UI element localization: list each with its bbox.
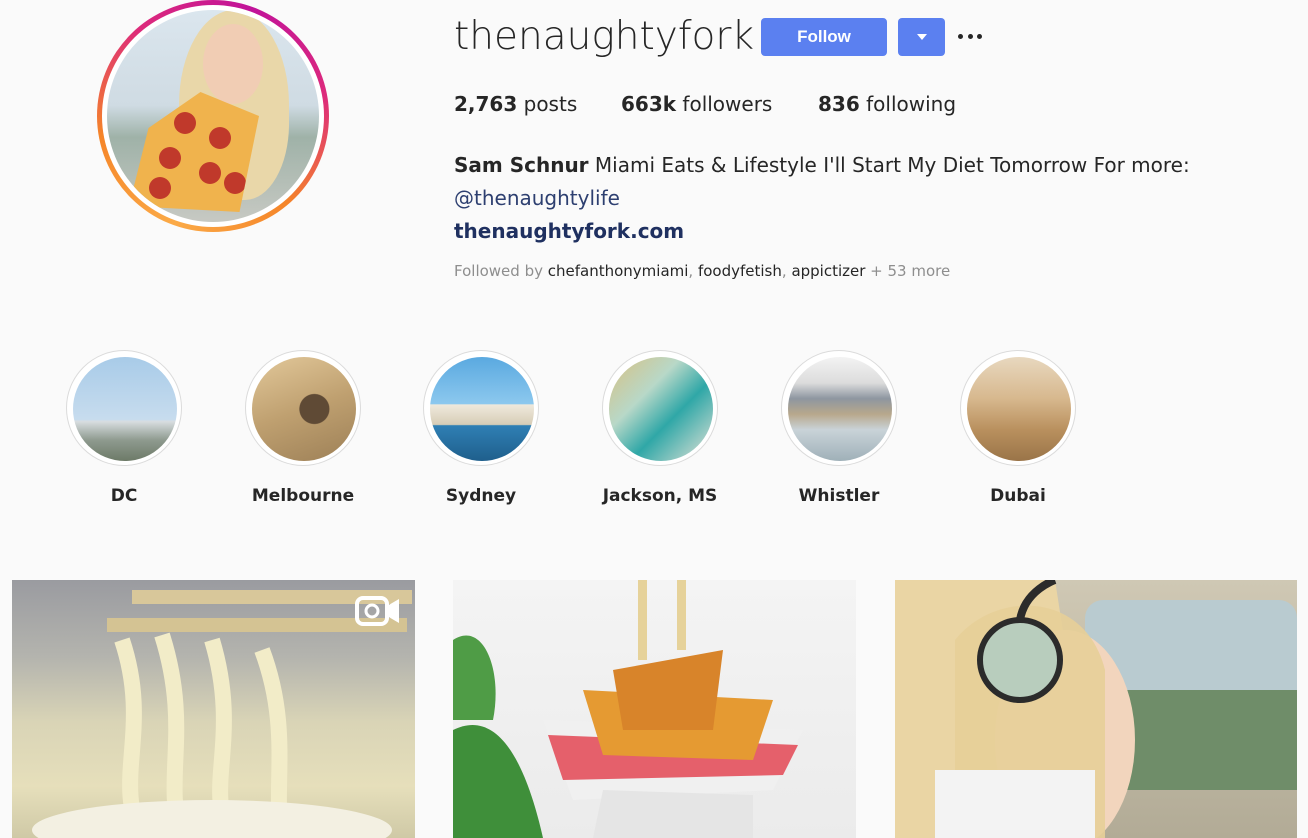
highlight-label: DC (110, 486, 138, 506)
profile-username: thenaughtyfork (454, 14, 755, 59)
highlight-dc[interactable] (66, 350, 182, 466)
posts-count: 2,763 posts (454, 92, 578, 116)
followed-by-user[interactable]: chefanthonymiami (548, 262, 689, 280)
following-count[interactable]: 836 following (818, 92, 956, 116)
followed-by-user[interactable]: appictizer (791, 262, 865, 280)
highlight-cover (609, 357, 713, 461)
website-link[interactable]: thenaughtyfork.com (454, 219, 684, 243)
highlight-dubai[interactable] (960, 350, 1076, 466)
highlight-label: Melbourne (251, 486, 355, 506)
profile-bio: Sam Schnur Miami Eats & Lifestyle I'll S… (454, 149, 1254, 248)
suggested-dropdown-button[interactable] (898, 18, 945, 56)
highlight-label: Dubai (990, 486, 1046, 506)
profile-avatar[interactable] (97, 0, 329, 232)
helicopter-image (895, 580, 1297, 838)
followed-by-user[interactable]: foodyfetish (698, 262, 782, 280)
more-options-icon (958, 33, 963, 39)
highlight-melbourne[interactable] (245, 350, 361, 466)
highlight-whistler[interactable] (781, 350, 897, 466)
highlight-label: Jackson, MS (602, 486, 718, 506)
post-thumbnail[interactable] (895, 580, 1297, 838)
follow-button[interactable]: Follow (761, 18, 887, 56)
caret-down-icon (916, 34, 927, 40)
followers-count[interactable]: 663k followers (621, 92, 772, 116)
highlight-cover (73, 357, 177, 461)
fries-image (453, 580, 803, 838)
post-thumbnail[interactable] (12, 580, 415, 838)
highlight-cover (252, 357, 356, 461)
full-name: Sam Schnur (454, 153, 589, 177)
video-icon (355, 596, 399, 626)
highlight-sydney[interactable] (423, 350, 539, 466)
highlight-label: Whistler (798, 486, 880, 506)
highlight-label: Sydney (445, 486, 517, 506)
post-thumbnail[interactable] (453, 580, 856, 838)
highlight-jackson-ms[interactable] (602, 350, 718, 466)
more-options-button[interactable] (958, 28, 982, 44)
bio-mention-link[interactable]: @thenaughtylife (454, 186, 620, 210)
highlight-cover (788, 357, 892, 461)
bio-text: Miami Eats & Lifestyle I'll Start My Die… (588, 153, 1190, 177)
followed-by[interactable]: Followed by chefanthonymiami, foodyfetis… (454, 262, 950, 280)
highlight-cover (967, 357, 1071, 461)
highlight-cover (430, 357, 534, 461)
avatar-image (107, 10, 319, 222)
